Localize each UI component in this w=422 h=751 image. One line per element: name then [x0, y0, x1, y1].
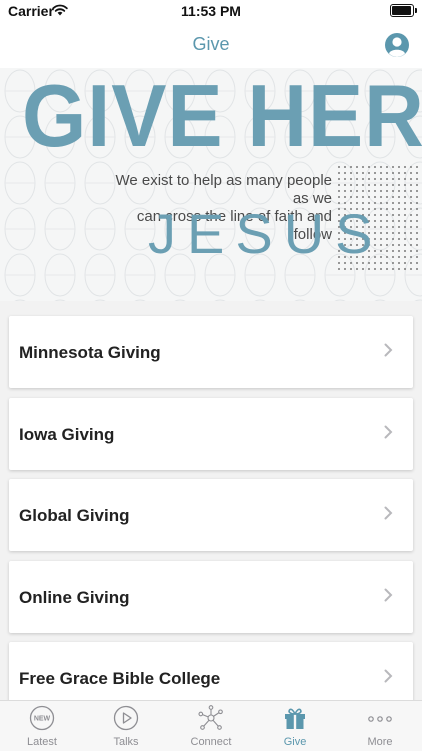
- profile-icon[interactable]: [384, 32, 410, 58]
- chevron-right-icon: [384, 343, 393, 357]
- tab-more[interactable]: More: [338, 701, 422, 751]
- banner-headline: GIVE HERE: [22, 68, 422, 165]
- chevron-right-icon: [384, 588, 393, 602]
- chevron-right-icon: [384, 506, 393, 520]
- status-bar: Carrier 11:53 PM: [0, 0, 422, 24]
- list-item-label: Iowa Giving: [19, 425, 115, 444]
- tab-connect[interactable]: Connect: [169, 701, 253, 751]
- tab-latest[interactable]: NEW Latest: [0, 701, 84, 751]
- list-item-label: Online Giving: [19, 588, 130, 607]
- svg-text:NEW: NEW: [34, 716, 51, 723]
- nav-bar: Give: [0, 24, 422, 68]
- tab-bar: NEW Latest Talks Connect Give More: [0, 700, 422, 751]
- network-icon: [198, 705, 223, 730]
- tab-label: Latest: [27, 736, 57, 748]
- banner-emphasis: JESUS: [148, 202, 384, 265]
- clock: 11:53 PM: [181, 3, 241, 19]
- list-item-online-giving[interactable]: Online Giving: [9, 561, 413, 633]
- list-item-iowa-giving[interactable]: Iowa Giving: [9, 398, 413, 470]
- giving-list: Minnesota Giving Iowa Giving Global Givi…: [0, 301, 422, 700]
- list-item-minnesota-giving[interactable]: Minnesota Giving: [9, 316, 413, 388]
- list-item-label: Free Grace Bible College: [19, 669, 221, 688]
- tab-talks[interactable]: Talks: [84, 701, 168, 751]
- list-item-label: Minnesota Giving: [19, 343, 161, 362]
- tab-label: Talks: [113, 736, 139, 748]
- new-badge-icon: NEW: [29, 705, 55, 731]
- page-title: Give: [192, 34, 230, 54]
- list-item-global-giving[interactable]: Global Giving: [9, 479, 413, 551]
- play-circle-icon: [113, 705, 139, 731]
- list-item-label: Global Giving: [19, 506, 130, 525]
- chevron-right-icon: [384, 425, 393, 439]
- tab-label: Connect: [190, 736, 232, 748]
- tab-give[interactable]: Give: [253, 701, 337, 751]
- chevron-right-icon: [384, 669, 393, 683]
- list-item-free-grace-bible-college[interactable]: Free Grace Bible College: [9, 642, 413, 700]
- battery-icon: [390, 4, 417, 17]
- give-banner: GIVE HERE We exist to help as many peopl…: [0, 68, 422, 301]
- tab-label: More: [367, 736, 393, 748]
- tab-label: Give: [283, 736, 307, 748]
- more-dots-icon: [368, 716, 392, 722]
- gift-icon: [285, 708, 305, 729]
